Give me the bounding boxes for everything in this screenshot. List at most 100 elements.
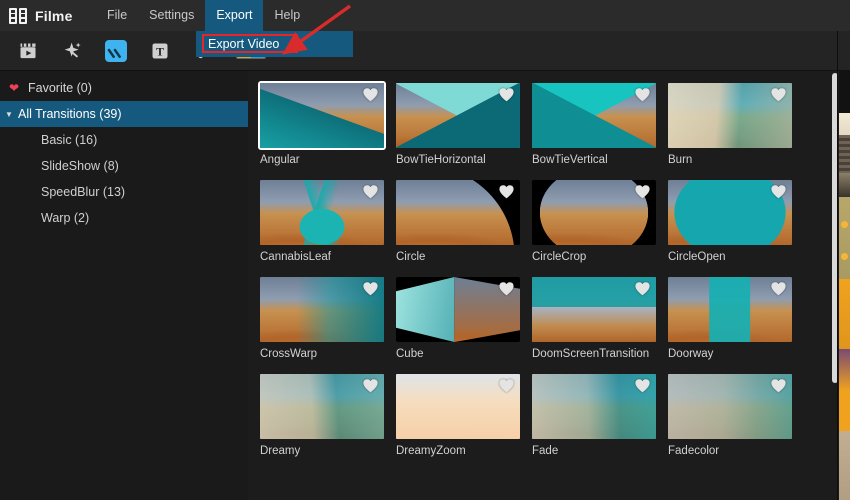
transition-name: CannabisLeaf xyxy=(260,251,331,263)
transition-thumbnail[interactable] xyxy=(396,277,520,342)
text-icon: T xyxy=(149,40,171,62)
heart-icon[interactable] xyxy=(634,184,651,199)
heart-icon[interactable] xyxy=(362,184,379,199)
heart-icon[interactable] xyxy=(770,87,787,102)
transitions-category-sidebar: ❤ Favorite (0) ▼ All Transitions (39) Ba… xyxy=(0,71,248,500)
transition-cell[interactable]: Fadecolor xyxy=(668,374,804,457)
heart-icon[interactable] xyxy=(498,378,515,393)
heart-icon: ❤ xyxy=(8,81,20,95)
sidebar-item-label: SlideShow (8) xyxy=(41,159,119,173)
effects-magic-wand-icon xyxy=(61,40,83,62)
menu-item-help[interactable]: Help xyxy=(263,0,311,31)
heart-icon[interactable] xyxy=(362,378,379,393)
transition-name: Circle xyxy=(396,251,426,263)
transition-cell[interactable]: DoomScreenTransition xyxy=(532,277,668,360)
heart-icon[interactable] xyxy=(634,281,651,296)
transition-cell[interactable]: Dreamy xyxy=(260,374,396,457)
main-toolbar: T Fast Video xyxy=(0,31,850,71)
toolbar-transitions-button[interactable] xyxy=(98,36,134,66)
sidebar-item-label: Warp (2) xyxy=(41,211,90,225)
transition-thumbnail[interactable] xyxy=(532,83,656,148)
transition-cell[interactable]: CircleOpen xyxy=(668,180,804,263)
transition-thumbnail[interactable] xyxy=(532,180,656,245)
transition-thumbnail[interactable] xyxy=(532,374,656,439)
sidebar-item-label: Favorite (0) xyxy=(28,81,92,95)
app-title: Filme xyxy=(35,7,73,24)
toolbar-effects-button[interactable] xyxy=(54,36,90,66)
transition-name: Fadecolor xyxy=(668,445,720,457)
film-strip-icon xyxy=(9,7,28,24)
transitions-grid-panel: Angular BowTieHorizontal BowTieVertical Bur… xyxy=(248,71,838,500)
transition-cell[interactable]: Circle xyxy=(396,180,532,263)
transition-thumbnail[interactable] xyxy=(532,277,656,342)
media-clapperboard-icon xyxy=(17,40,39,62)
transition-cell[interactable]: Cube xyxy=(396,277,532,360)
transition-thumbnail[interactable] xyxy=(396,180,520,245)
transition-cell[interactable]: BowTieVertical xyxy=(532,83,668,166)
transition-thumbnail[interactable] xyxy=(260,277,384,342)
transition-name: Cube xyxy=(396,348,424,360)
transition-name: Dreamy xyxy=(260,445,301,457)
menu-item-file[interactable]: File xyxy=(96,0,138,31)
transition-name: Burn xyxy=(668,154,693,166)
transition-name: DoomScreenTransition xyxy=(532,348,650,360)
transition-name: CrossWarp xyxy=(260,348,318,360)
transition-thumbnail[interactable] xyxy=(668,277,792,342)
heart-icon[interactable] xyxy=(498,184,515,199)
transition-thumbnail[interactable] xyxy=(668,83,792,148)
heart-icon[interactable] xyxy=(634,87,651,102)
transition-thumbnail[interactable] xyxy=(260,374,384,439)
transition-thumbnail[interactable] xyxy=(396,374,520,439)
filme-application-window: Filme File Settings Export Help T Export… xyxy=(0,0,850,500)
sidebar-item-label: Basic (16) xyxy=(41,133,98,147)
toolbar-text-button[interactable]: T xyxy=(142,36,178,66)
heart-icon[interactable] xyxy=(770,281,787,296)
menu-item-export[interactable]: Export xyxy=(205,0,264,31)
transition-thumbnail[interactable] xyxy=(258,81,386,150)
transition-cell[interactable]: Burn xyxy=(668,83,804,166)
heart-icon[interactable] xyxy=(634,378,651,393)
transition-cell[interactable]: BowTieHorizontal xyxy=(396,83,532,166)
transition-name: Angular xyxy=(260,154,300,166)
app-brand: Filme xyxy=(0,7,96,24)
sidebar-item-slideshow[interactable]: SlideShow (8) xyxy=(0,153,248,179)
sidebar-item-basic[interactable]: Basic (16) xyxy=(0,127,248,153)
menu-item-settings[interactable]: Settings xyxy=(138,0,205,31)
preview-panel-sliver[interactable] xyxy=(839,71,850,500)
heart-icon[interactable] xyxy=(498,87,515,102)
heart-icon[interactable] xyxy=(770,184,787,199)
transition-cell[interactable]: Doorway xyxy=(668,277,804,360)
heart-icon[interactable] xyxy=(362,87,379,102)
transition-name: Fade xyxy=(532,445,559,457)
chevron-down-icon[interactable]: ▼ xyxy=(0,110,18,119)
transition-name: DreamyZoom xyxy=(396,445,466,457)
heart-icon[interactable] xyxy=(498,281,515,296)
transition-thumbnail[interactable] xyxy=(668,180,792,245)
sidebar-item-favorite[interactable]: ❤ Favorite (0) xyxy=(0,75,248,101)
transitions-grid: Angular BowTieHorizontal BowTieVertical Bur… xyxy=(248,71,838,471)
heart-icon[interactable] xyxy=(362,281,379,296)
transition-thumbnail[interactable] xyxy=(668,374,792,439)
transition-thumbnail[interactable] xyxy=(396,83,520,148)
svg-text:T: T xyxy=(156,45,164,58)
transition-cell[interactable]: CrossWarp xyxy=(260,277,396,360)
transition-name: BowTieHorizontal xyxy=(396,154,486,166)
sidebar-item-label: SpeedBlur (13) xyxy=(41,185,126,199)
transition-thumbnail[interactable] xyxy=(260,180,384,245)
panel-divider xyxy=(837,31,838,500)
sidebar-item-speedblur[interactable]: SpeedBlur (13) xyxy=(0,179,248,205)
sidebar-item-warp[interactable]: Warp (2) xyxy=(0,205,248,231)
transition-name: CircleCrop xyxy=(532,251,587,263)
transition-name: Doorway xyxy=(668,348,714,360)
transition-cell[interactable]: CannabisLeaf xyxy=(260,180,396,263)
menu-bar: Filme File Settings Export Help xyxy=(0,0,850,31)
transition-name: CircleOpen xyxy=(668,251,726,263)
transition-cell[interactable]: CircleCrop xyxy=(532,180,668,263)
transition-cell[interactable]: Fade xyxy=(532,374,668,457)
transition-cell[interactable]: Angular xyxy=(258,81,396,166)
transition-cell[interactable]: DreamyZoom xyxy=(396,374,532,457)
heart-icon[interactable] xyxy=(770,378,787,393)
toolbar-media-button[interactable] xyxy=(10,36,46,66)
menu-item-export-video[interactable]: Export Video xyxy=(202,34,298,53)
sidebar-item-all-transitions[interactable]: ▼ All Transitions (39) xyxy=(0,101,248,127)
